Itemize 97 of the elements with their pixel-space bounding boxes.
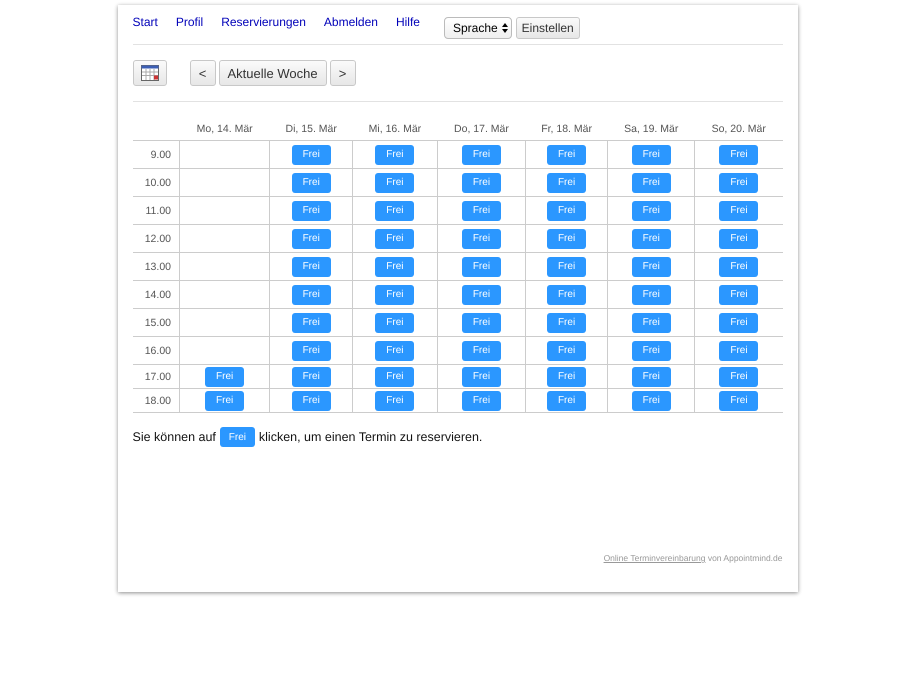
free-sample-button[interactable]: Frei [220, 427, 255, 447]
free-slot-button[interactable]: Frei [375, 200, 414, 220]
time-label: 16.00 [132, 336, 180, 364]
free-slot-button[interactable]: Frei [292, 256, 331, 276]
free-slot-button[interactable]: Frei [292, 340, 331, 360]
free-slot-button[interactable]: Frei [632, 340, 671, 360]
free-slot-button[interactable]: Frei [719, 144, 758, 164]
instruction-text: Sie können auf [132, 430, 216, 444]
time-label: 18.00 [132, 388, 180, 412]
free-slot-button[interactable]: Frei [292, 284, 331, 304]
free-slot-button[interactable]: Frei [462, 390, 501, 410]
footer-text: Online Terminvereinbarung von Appointmind.de [604, 553, 782, 563]
calendar-icon [140, 65, 158, 81]
next-week-button[interactable]: > [330, 60, 356, 86]
free-slot-button[interactable]: Frei [719, 256, 758, 276]
updown-arrows-icon [502, 22, 508, 32]
free-slot-button[interactable]: Frei [292, 144, 331, 164]
free-slot-button[interactable]: Frei [632, 366, 671, 386]
free-slot-button[interactable]: Frei [632, 312, 671, 332]
time-label: 11.00 [132, 196, 180, 224]
free-slot-button[interactable]: Frei [719, 172, 758, 192]
day-header: Do, 17. Mär [437, 118, 526, 140]
free-slot-button[interactable]: Frei [462, 144, 501, 164]
free-slot-button[interactable]: Frei [375, 390, 414, 410]
day-header: Sa, 19. Mär [607, 118, 695, 140]
free-slot-button[interactable]: Frei [292, 228, 331, 248]
time-label: 17.00 [132, 364, 180, 388]
nav-link[interactable]: Abmelden [324, 15, 378, 29]
time-label: 15.00 [132, 308, 180, 336]
free-slot-button[interactable]: Frei [375, 312, 414, 332]
free-slot-button[interactable]: Frei [632, 390, 671, 410]
time-label: 12.00 [132, 224, 180, 252]
free-slot-button[interactable]: Frei [292, 200, 331, 220]
free-slot-button[interactable]: Frei [632, 172, 671, 192]
free-slot-button[interactable]: Frei [632, 256, 671, 276]
day-header: Mo, 14. Mär [180, 118, 270, 140]
free-slot-button[interactable]: Frei [547, 256, 586, 276]
free-slot-button[interactable]: Frei [462, 256, 501, 276]
day-header: Mi, 16. Mär [352, 118, 438, 140]
free-slot-button[interactable]: Frei [547, 228, 586, 248]
previous-week-button[interactable]: < [190, 60, 216, 86]
free-slot-button[interactable]: Frei [375, 228, 414, 248]
free-slot-button[interactable]: Frei [462, 228, 501, 248]
nav-link[interactable]: Hilfe [396, 15, 420, 29]
free-slot-button[interactable]: Frei [375, 340, 414, 360]
day-header: So, 20. Mär [694, 118, 782, 140]
free-slot-button[interactable]: Frei [292, 390, 331, 410]
free-slot-button[interactable]: Frei [719, 284, 758, 304]
free-slot-button[interactable]: Frei [547, 340, 586, 360]
free-slot-button[interactable]: Frei [462, 172, 501, 192]
free-slot-button[interactable]: Frei [632, 228, 671, 248]
free-slot-button[interactable]: Frei [292, 172, 331, 192]
free-slot-button[interactable]: Frei [547, 312, 586, 332]
nav-link[interactable]: Start [132, 15, 158, 29]
free-slot-button[interactable]: Frei [719, 366, 758, 386]
free-slot-button[interactable]: Frei [719, 228, 758, 248]
free-slot-button[interactable]: Frei [462, 366, 501, 386]
footer-link[interactable]: Online Terminvereinbarung [604, 553, 706, 563]
free-slot-button[interactable]: Frei [462, 312, 501, 332]
time-label: 14.00 [132, 280, 180, 308]
free-slot-button[interactable]: Frei [547, 366, 586, 386]
free-slot-button[interactable]: Frei [719, 312, 758, 332]
free-slot-button[interactable]: Frei [547, 390, 586, 410]
nav-link[interactable]: Reservierungen [221, 15, 306, 29]
time-label: 13.00 [132, 252, 180, 280]
free-slot-button[interactable]: Frei [632, 144, 671, 164]
free-slot-button[interactable]: Frei [205, 390, 244, 410]
day-header: Fr, 18. Mär [526, 118, 608, 140]
calendar-button[interactable] [132, 60, 166, 86]
time-label: 9.00 [132, 140, 180, 168]
free-slot-button[interactable]: Frei [719, 200, 758, 220]
free-slot-button[interactable]: Frei [375, 366, 414, 386]
time-label: 10.00 [132, 168, 180, 196]
free-slot-button[interactable]: Frei [547, 284, 586, 304]
free-slot-button[interactable]: Frei [632, 284, 671, 304]
free-slot-button[interactable]: Frei [547, 144, 586, 164]
free-slot-button[interactable]: Frei [547, 172, 586, 192]
instruction-text: klicken, um einen Termin zu reservieren. [258, 430, 482, 444]
free-slot-button[interactable]: Frei [719, 340, 758, 360]
free-slot-button[interactable]: Frei [547, 200, 586, 220]
free-slot-button[interactable]: Frei [462, 200, 501, 220]
free-slot-button[interactable]: Frei [292, 366, 331, 386]
free-slot-button[interactable]: Frei [632, 200, 671, 220]
free-slot-button[interactable]: Frei [462, 284, 501, 304]
free-slot-button[interactable]: Frei [205, 366, 244, 386]
free-slot-button[interactable]: Frei [292, 312, 331, 332]
free-slot-button[interactable]: Frei [375, 284, 414, 304]
nav-link[interactable]: Profil [176, 15, 204, 29]
free-slot-button[interactable]: Frei [375, 256, 414, 276]
language-select[interactable]: Sprache [444, 16, 512, 38]
current-week-button[interactable]: Aktuelle Woche [218, 60, 327, 86]
apply-button[interactable]: Einstellen [516, 16, 580, 38]
day-header: Di, 15. Mär [270, 118, 353, 140]
free-slot-button[interactable]: Frei [375, 172, 414, 192]
free-slot-button[interactable]: Frei [462, 340, 501, 360]
free-slot-button[interactable]: Frei [719, 390, 758, 410]
free-slot-button[interactable]: Frei [375, 144, 414, 164]
